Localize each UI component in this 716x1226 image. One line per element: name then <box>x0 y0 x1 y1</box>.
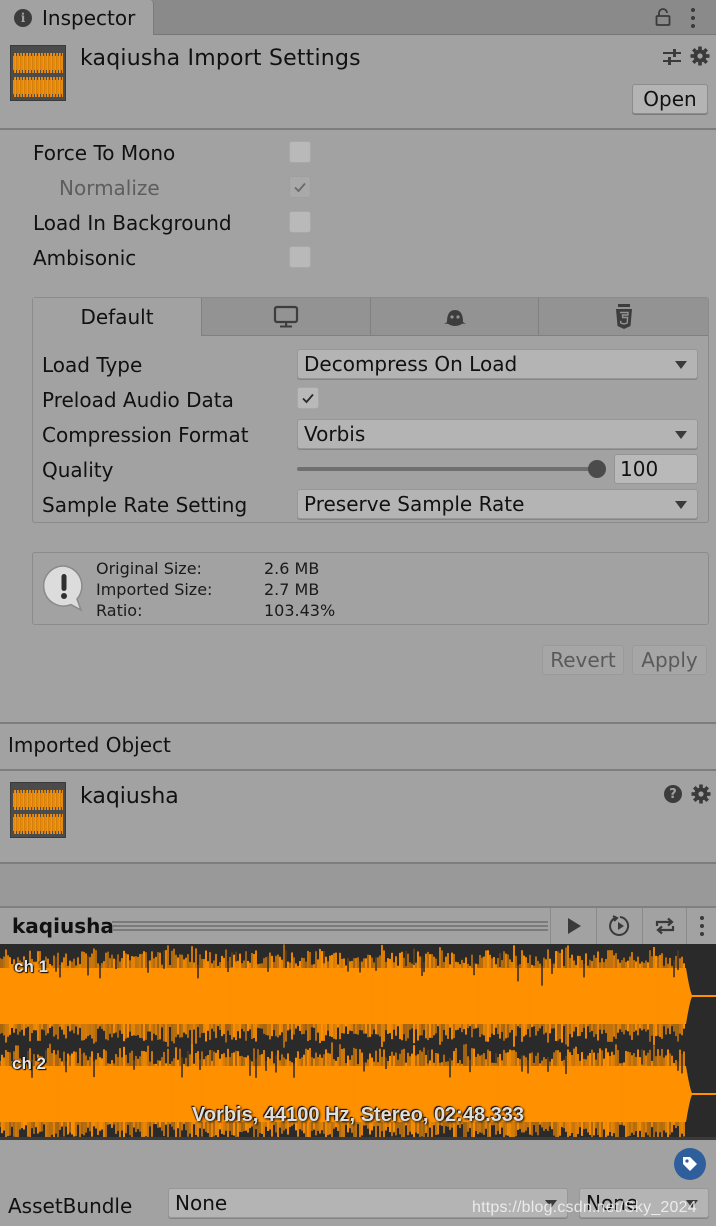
imported-size-value: 2.7 MB <box>264 580 320 599</box>
option-label: Ambisonic <box>33 246 137 270</box>
sliders-icon[interactable] <box>662 48 682 66</box>
preview-title: kaqiusha <box>12 914 114 938</box>
dropdown-value: None <box>586 1191 639 1215</box>
original-size-value: 2.6 MB <box>264 559 320 578</box>
dropdown-arrow-icon <box>545 1200 557 1208</box>
loop-button[interactable] <box>642 908 686 944</box>
sample-rate-setting-label: Sample Rate Setting <box>42 493 248 517</box>
dropdown-arrow-icon <box>686 1200 698 1208</box>
tab-label: Inspector <box>42 5 136 30</box>
monitor-icon <box>273 305 299 327</box>
inspector-header: kaqiusha Import Settings Open <box>0 36 716 130</box>
checkmark-icon <box>294 182 306 193</box>
quality-slider-track[interactable] <box>297 467 597 471</box>
normalize-checkbox[interactable] <box>289 176 311 198</box>
preview-drag-handle[interactable] <box>112 921 548 931</box>
tab-inspector[interactable]: i Inspector <box>0 0 154 35</box>
auto-play-icon <box>608 915 629 936</box>
option-label: Normalize <box>59 176 160 200</box>
imported-object-name: kaqiusha <box>80 784 179 809</box>
tab-standalone[interactable] <box>202 298 371 336</box>
apply-button[interactable]: Apply <box>632 645 707 675</box>
quality-label: Quality <box>42 458 114 482</box>
kebab-menu-icon[interactable] <box>690 8 696 28</box>
open-button[interactable]: Open <box>632 84 708 114</box>
auto-play-button[interactable] <box>596 908 642 944</box>
load-type-label: Load Type <box>42 353 143 377</box>
tag-icon[interactable] <box>674 1148 706 1180</box>
gear-icon[interactable] <box>691 784 711 804</box>
info-icon: i <box>14 8 32 27</box>
play-button[interactable] <box>550 908 596 944</box>
sample-rate-setting-dropdown[interactable]: Preserve Sample Rate <box>297 489 698 519</box>
original-size-label: Original Size: <box>96 559 202 578</box>
divider <box>0 769 716 771</box>
dropdown-value: Preserve Sample Rate <box>304 492 525 516</box>
assetbundle-name-dropdown[interactable]: None <box>168 1188 568 1218</box>
help-icon[interactable]: ? <box>664 785 682 803</box>
kebab-menu-icon <box>699 916 705 936</box>
audio-clip-icon <box>10 45 66 101</box>
dropdown-arrow-icon <box>675 361 687 369</box>
tab-label: Default <box>80 305 154 329</box>
header-title: kaqiusha Import Settings <box>80 46 361 71</box>
ratio-label: Ratio: <box>96 601 143 620</box>
tab-bar: i Inspector <box>0 0 716 35</box>
channel-2-label: ch 2 <box>12 1054 47 1073</box>
preload-audio-data-checkbox[interactable] <box>297 387 319 409</box>
inspector-window: i Inspector kaqiusha Import Settings Ope… <box>0 0 716 1226</box>
tab-android[interactable] <box>371 298 539 336</box>
divider <box>0 722 716 724</box>
asset-footer: AssetBundle None None https://blog.csdn.… <box>0 1137 716 1226</box>
import-info-box: Original Size: 2.6 MB Imported Size: 2.7… <box>32 552 709 625</box>
audio-waveform[interactable]: ch 1 ch 2 Vorbis, 44100 Hz, Stereo, 02:4… <box>0 944 716 1137</box>
dropdown-arrow-icon <box>675 501 687 509</box>
imported-object-title: Imported Object <box>8 733 171 757</box>
play-icon <box>567 918 581 934</box>
channel-1-waveform <box>0 944 716 1048</box>
loop-icon <box>655 917 674 935</box>
load-in-background-checkbox[interactable] <box>289 211 311 233</box>
assetbundle-variant-dropdown[interactable]: None <box>579 1188 709 1218</box>
warning-bubble-icon <box>42 565 83 612</box>
load-type-dropdown[interactable]: Decompress On Load <box>297 349 698 379</box>
ambisonic-checkbox[interactable] <box>289 246 311 268</box>
assetbundle-label: AssetBundle <box>8 1194 133 1218</box>
force-to-mono-checkbox[interactable] <box>289 141 311 163</box>
lock-open-icon[interactable] <box>655 8 671 26</box>
preview-resize-area[interactable] <box>0 864 716 906</box>
html5-icon <box>615 303 632 329</box>
preview-toolbar: kaqiusha <box>0 908 716 944</box>
tab-default[interactable]: Default <box>33 298 202 336</box>
audio-clip-icon <box>10 782 66 838</box>
dropdown-value: None <box>175 1191 228 1215</box>
imported-size-label: Imported Size: <box>96 580 213 599</box>
gear-icon[interactable] <box>690 46 710 66</box>
channel-1-label: ch 1 <box>14 957 49 976</box>
dropdown-value: Decompress On Load <box>304 352 518 376</box>
dropdown-value: Vorbis <box>304 422 366 446</box>
android-robot-icon <box>443 309 466 326</box>
dropdown-arrow-icon <box>675 431 687 439</box>
quality-slider-thumb[interactable] <box>588 460 606 478</box>
tab-webgl[interactable] <box>539 298 708 336</box>
option-label: Load In Background <box>33 211 232 235</box>
compression-format-label: Compression Format <box>42 423 249 447</box>
revert-button[interactable]: Revert <box>542 645 624 675</box>
preview-menu-button[interactable] <box>686 908 716 944</box>
quality-input[interactable]: 100 <box>614 454 698 484</box>
ratio-value: 103.43% <box>264 601 336 620</box>
preload-audio-data-label: Preload Audio Data <box>42 388 234 412</box>
platform-tabs: Default <box>33 298 708 336</box>
checkmark-icon <box>302 393 314 404</box>
option-label: Force To Mono <box>33 141 176 165</box>
audio-format-info: Vorbis, 44100 Hz, Stereo, 02:48.333 <box>191 1104 525 1126</box>
compression-format-dropdown[interactable]: Vorbis <box>297 419 698 449</box>
